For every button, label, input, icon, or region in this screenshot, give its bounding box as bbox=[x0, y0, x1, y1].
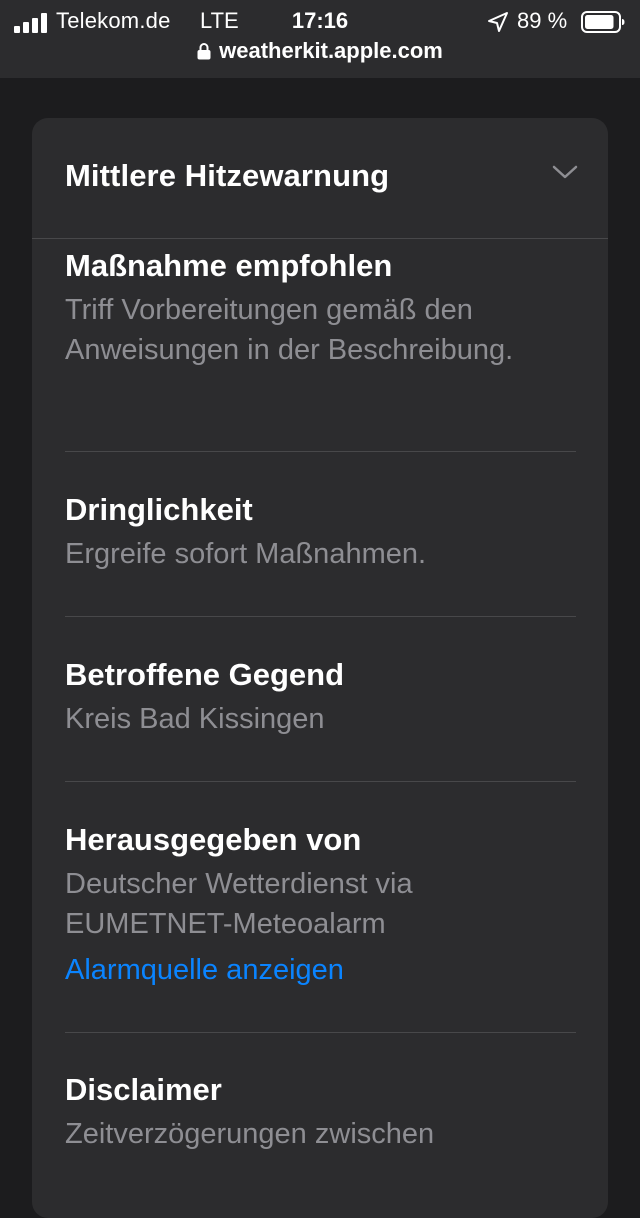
section-text: Triff Vorbereitungen gemäß den Anweisung… bbox=[65, 294, 514, 366]
battery-percent: 89 % bbox=[517, 8, 568, 33]
battery-icon bbox=[581, 11, 625, 33]
section-text: Kreis Bad Kissingen bbox=[65, 703, 325, 735]
divider bbox=[65, 1032, 576, 1033]
url-domain: weatherkit.apple.com bbox=[219, 38, 443, 63]
alert-detail-card: Mittlere Hitzewarnung Maßnahme empfohlen… bbox=[32, 118, 608, 1218]
divider bbox=[65, 616, 576, 617]
alert-header[interactable]: Mittlere Hitzewarnung bbox=[32, 118, 608, 239]
show-alert-source-link[interactable]: Alarmquelle anzeigen bbox=[65, 950, 575, 990]
section-disclaimer: Disclaimer Zeitverzögerungen zwischen bbox=[65, 1070, 575, 1154]
divider bbox=[65, 451, 576, 452]
section-title: Maßnahme empfohlen bbox=[65, 248, 393, 283]
section-title: Betroffene Gegend bbox=[65, 657, 345, 692]
section-issued-by: Herausgegeben von Deutscher Wetterdienst… bbox=[65, 820, 575, 990]
divider bbox=[65, 781, 576, 782]
lock-icon bbox=[197, 43, 211, 60]
status-bar: Telekom.de LTE 17:16 89 % bbox=[0, 4, 640, 38]
section-text: Ergreife sofort Maßnahmen. bbox=[65, 538, 427, 570]
chevron-down-icon[interactable] bbox=[552, 164, 578, 180]
section-title: Herausgegeben von bbox=[65, 822, 362, 857]
section-affected-area: Betroffene Gegend Kreis Bad Kissingen bbox=[65, 655, 575, 739]
section-recommended-action: Maßnahme empfohlen Triff Vorbereitungen … bbox=[65, 246, 575, 370]
section-title: Dringlichkeit bbox=[65, 492, 253, 527]
section-title: Disclaimer bbox=[65, 1072, 222, 1107]
section-text: Zeitverzögerungen zwischen bbox=[65, 1118, 435, 1150]
alert-title: Mittlere Hitzewarnung bbox=[65, 158, 390, 193]
section-urgency: Dringlichkeit Ergreife sofort Maßnahmen. bbox=[65, 490, 575, 574]
location-arrow-icon bbox=[488, 12, 508, 32]
url-bar[interactable]: weatherkit.apple.com bbox=[0, 38, 640, 68]
browser-top-bar: Telekom.de LTE 17:16 89 % weatherkit.app… bbox=[0, 0, 640, 78]
section-text: Deutscher Wetterdienst via EUMETNET-Mete… bbox=[65, 868, 413, 940]
